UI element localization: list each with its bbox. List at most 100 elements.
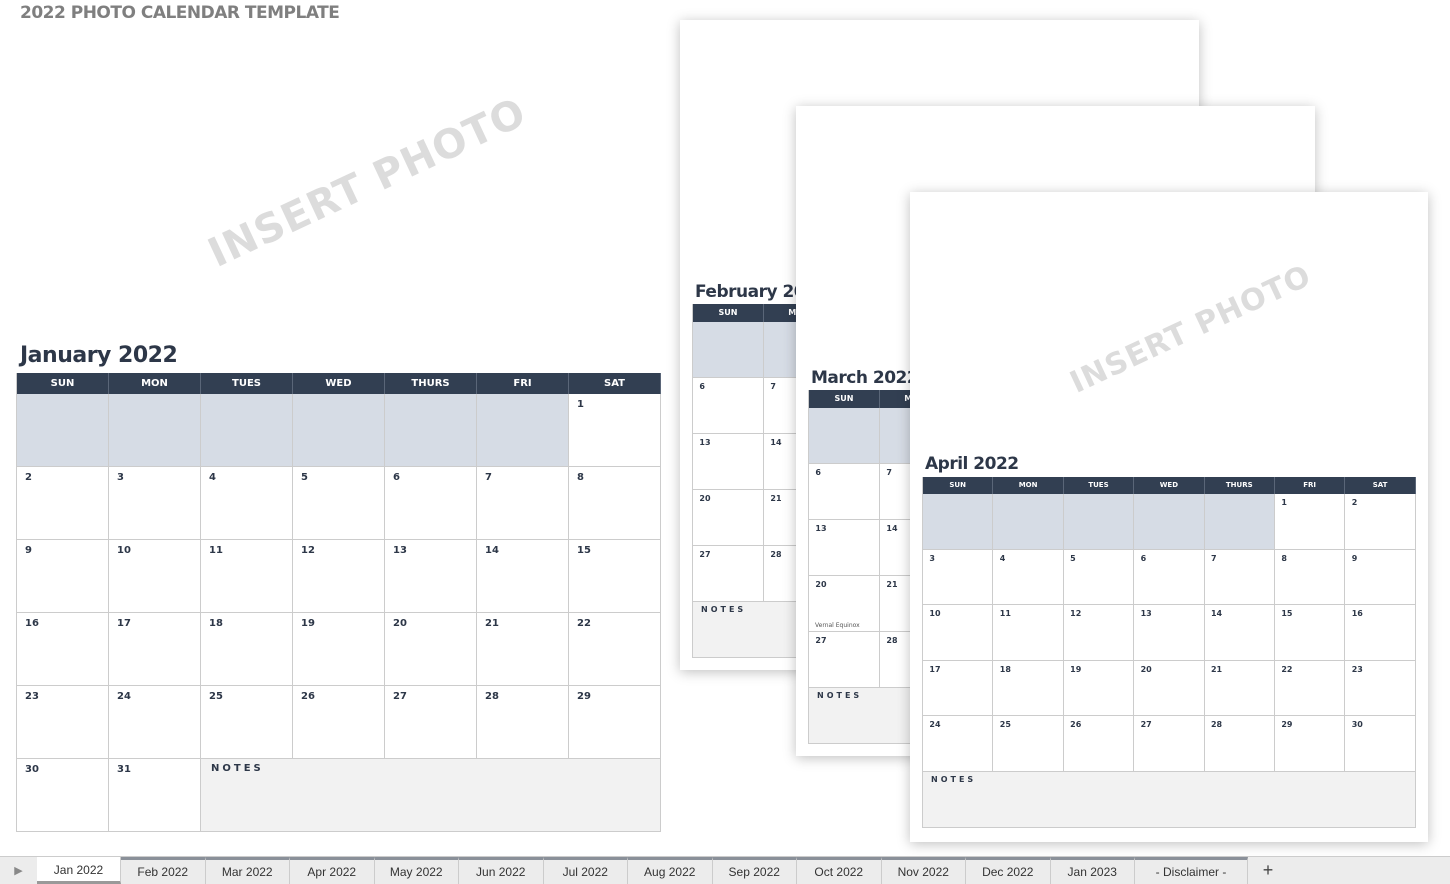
sheet-tab[interactable]: Sep 2022 bbox=[712, 857, 797, 884]
sheet-tab[interactable]: Mar 2022 bbox=[205, 857, 290, 884]
day-cell[interactable]: 6 bbox=[693, 378, 764, 434]
day-cell[interactable]: 21 bbox=[880, 576, 912, 632]
day-cell[interactable]: 11 bbox=[993, 605, 1064, 661]
day-cell[interactable]: 28 bbox=[880, 632, 912, 688]
day-cell[interactable]: 20 Vernal Equinox bbox=[809, 576, 880, 632]
day-cell[interactable]: 25 bbox=[201, 686, 293, 759]
day-cell[interactable]: 8 bbox=[1274, 549, 1346, 606]
day-cell[interactable]: 23 bbox=[17, 686, 109, 759]
day-cell[interactable]: 15 bbox=[569, 540, 661, 613]
day-cell[interactable]: 6 bbox=[385, 467, 477, 540]
day-cell[interactable]: 28 bbox=[477, 686, 569, 759]
day-cell[interactable] bbox=[1204, 494, 1275, 550]
day-cell[interactable]: 7 bbox=[1204, 549, 1275, 606]
sheet-tab[interactable]: - Disclaimer - bbox=[1135, 857, 1248, 884]
day-cell[interactable]: 7 bbox=[477, 467, 569, 540]
day-cell[interactable]: 26 bbox=[293, 686, 385, 759]
sheet-tab[interactable]: Jun 2022 bbox=[459, 857, 544, 884]
day-cell[interactable] bbox=[880, 408, 912, 464]
sheet-tab[interactable]: Dec 2022 bbox=[966, 857, 1051, 884]
day-cell[interactable]: 20 bbox=[1134, 660, 1205, 717]
day-cell[interactable]: 6 bbox=[809, 464, 880, 520]
day-cell[interactable]: 3 bbox=[923, 549, 994, 606]
day-cell[interactable]: 17 bbox=[923, 660, 994, 717]
day-cell[interactable] bbox=[385, 394, 477, 467]
day-cell[interactable]: 30 bbox=[1345, 716, 1416, 772]
sheet-tab[interactable]: Oct 2022 bbox=[797, 857, 882, 884]
day-cell[interactable]: 13 bbox=[385, 540, 477, 613]
day-cell[interactable] bbox=[17, 394, 109, 467]
day-cell[interactable]: 7 bbox=[764, 378, 796, 434]
day-cell[interactable]: 20 bbox=[385, 613, 477, 686]
play-right-icon[interactable]: ▶ bbox=[0, 857, 37, 884]
day-cell[interactable] bbox=[764, 322, 796, 378]
day-cell[interactable]: 21 bbox=[477, 613, 569, 686]
day-cell[interactable]: 4 bbox=[993, 549, 1064, 606]
day-cell[interactable]: 18 bbox=[993, 660, 1064, 717]
day-cell[interactable]: 16 bbox=[17, 613, 109, 686]
day-cell[interactable] bbox=[1134, 494, 1205, 550]
day-cell[interactable]: 8 bbox=[569, 467, 661, 540]
day-cell[interactable]: 12 bbox=[1063, 605, 1135, 661]
day-cell[interactable]: 13 bbox=[809, 520, 880, 576]
sheet-tab[interactable]: Jul 2022 bbox=[543, 857, 628, 884]
day-cell[interactable] bbox=[201, 394, 293, 467]
day-cell[interactable] bbox=[477, 394, 569, 467]
day-cell[interactable] bbox=[809, 408, 880, 464]
day-cell[interactable]: 2 bbox=[17, 467, 109, 540]
day-cell[interactable]: 28 bbox=[1204, 716, 1275, 772]
day-cell[interactable]: 14 bbox=[880, 520, 912, 576]
day-cell[interactable]: 19 bbox=[1063, 660, 1135, 717]
day-cell[interactable]: 14 bbox=[764, 434, 796, 490]
day-cell[interactable]: 27 bbox=[809, 632, 880, 688]
day-cell[interactable]: 2 bbox=[1345, 494, 1416, 550]
day-cell[interactable]: 29 bbox=[569, 686, 661, 759]
day-cell[interactable]: 17 bbox=[109, 613, 201, 686]
day-cell[interactable]: 29 bbox=[1274, 716, 1346, 772]
day-cell[interactable] bbox=[1063, 494, 1135, 550]
notes-area[interactable]: NOTES bbox=[201, 759, 661, 832]
day-cell[interactable]: 11 bbox=[201, 540, 293, 613]
day-cell[interactable]: 5 bbox=[1063, 549, 1135, 606]
day-cell[interactable]: 18 bbox=[201, 613, 293, 686]
notes-area[interactable]: NOTES bbox=[923, 771, 1416, 828]
day-cell[interactable]: 12 bbox=[293, 540, 385, 613]
day-cell[interactable]: 26 bbox=[1063, 716, 1135, 772]
day-cell[interactable]: 23 bbox=[1345, 660, 1416, 717]
day-cell[interactable] bbox=[109, 394, 201, 467]
sheet-tab[interactable]: Jan 2022 bbox=[37, 857, 121, 884]
day-cell[interactable]: 7 bbox=[880, 464, 912, 520]
add-sheet-button[interactable]: + bbox=[1248, 857, 1288, 884]
day-cell[interactable]: 15 bbox=[1274, 605, 1346, 661]
notes-area[interactable]: NOTES bbox=[809, 688, 912, 744]
day-cell[interactable]: 21 bbox=[764, 490, 796, 546]
day-cell[interactable]: 3 bbox=[109, 467, 201, 540]
day-cell[interactable]: 30 bbox=[17, 759, 109, 832]
day-cell[interactable]: 13 bbox=[1134, 605, 1205, 661]
day-cell[interactable]: 16 bbox=[1345, 605, 1416, 661]
day-cell[interactable]: 24 bbox=[109, 686, 201, 759]
day-cell[interactable]: 9 bbox=[1345, 549, 1416, 606]
sheet-tab[interactable]: Apr 2022 bbox=[290, 857, 375, 884]
sheet-tab[interactable]: Feb 2022 bbox=[121, 857, 206, 884]
day-cell[interactable]: 21 bbox=[1204, 660, 1275, 717]
day-cell[interactable]: 22 bbox=[569, 613, 661, 686]
day-cell[interactable]: 27 bbox=[385, 686, 477, 759]
sheet-tab[interactable]: Jan 2023 bbox=[1050, 857, 1135, 884]
day-cell[interactable]: 25 bbox=[993, 716, 1064, 772]
sheet-tab[interactable]: May 2022 bbox=[374, 857, 459, 884]
day-cell[interactable]: 6 bbox=[1134, 549, 1205, 606]
day-cell[interactable]: 19 bbox=[293, 613, 385, 686]
day-cell[interactable]: 10 bbox=[923, 605, 994, 661]
day-cell[interactable]: 20 bbox=[693, 490, 764, 546]
sheet-tab[interactable]: Aug 2022 bbox=[628, 857, 713, 884]
day-cell[interactable]: 24 bbox=[923, 716, 994, 772]
day-cell[interactable]: 1 bbox=[569, 394, 661, 467]
sheet-tab[interactable]: Nov 2022 bbox=[881, 857, 966, 884]
day-cell[interactable]: 4 bbox=[201, 467, 293, 540]
day-cell[interactable]: 28 bbox=[764, 546, 796, 602]
day-cell[interactable]: 10 bbox=[109, 540, 201, 613]
day-cell[interactable]: 14 bbox=[477, 540, 569, 613]
day-cell[interactable]: 13 bbox=[693, 434, 764, 490]
day-cell[interactable]: 31 bbox=[109, 759, 201, 832]
